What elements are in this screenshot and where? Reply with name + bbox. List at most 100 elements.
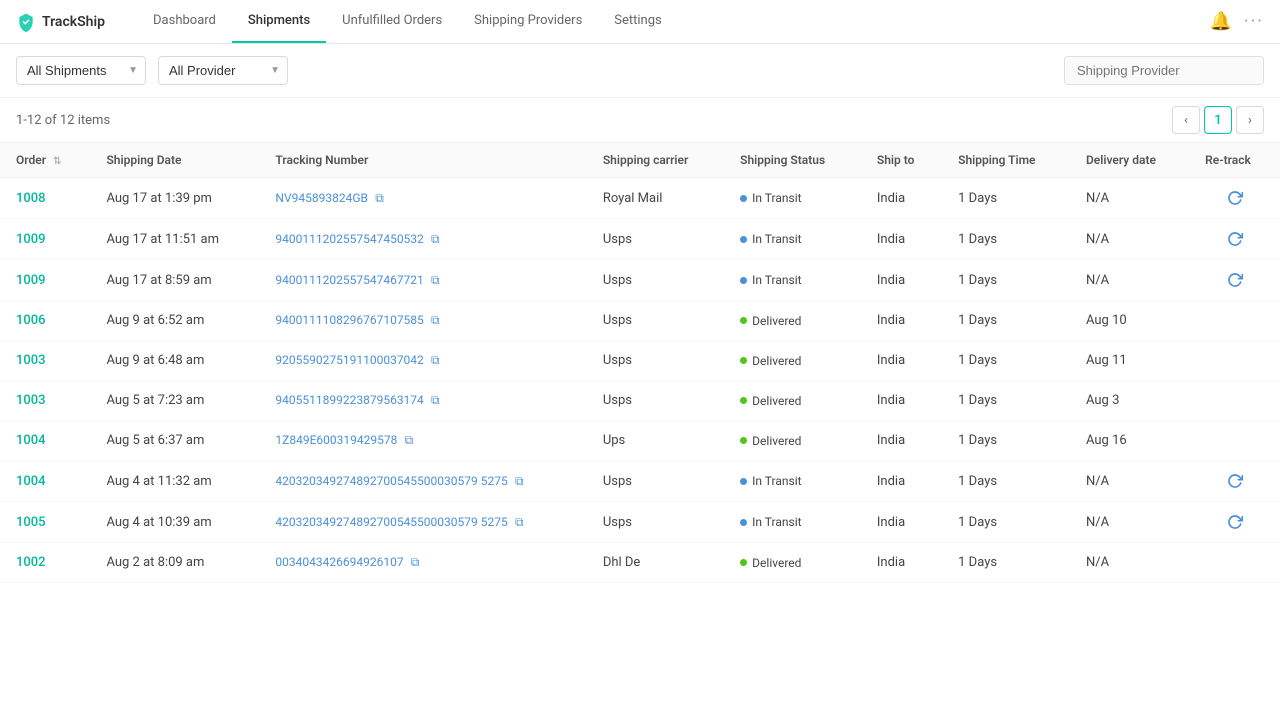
tab-dashboard[interactable]: Dashboard [137,0,232,43]
cell-delivery-date-8: N/A [1070,502,1189,543]
retrack-button-0[interactable] [1205,190,1264,206]
shipments-table-container: Order ⇅ Shipping Date Tracking Number Sh… [0,142,1280,583]
next-page-button[interactable]: › [1236,106,1264,134]
cell-carrier-6: Ups [587,421,724,461]
cell-carrier-8: Usps [587,502,724,543]
order-link-7[interactable]: 1004 [16,474,46,489]
tracking-link-7[interactable]: 420320349274892700545500030579 5275 [275,474,507,488]
tracking-link-3[interactable]: 9400111108296767107585 [275,313,423,327]
status-label-6: Delivered [752,434,801,448]
cell-ship-to-1: India [861,219,942,260]
col-shipping-carrier: Shipping carrier [587,143,724,178]
shipment-filter-select[interactable]: All Shipments In Transit Delivered [16,56,146,85]
cell-date-1: Aug 17 at 11:51 am [90,219,259,260]
tracking-link-5[interactable]: 9405511899223879563174 [275,393,423,407]
app-name: TrackShip [42,14,105,30]
col-ship-to: Ship to [861,143,942,178]
cell-order-3: 1006 [0,301,90,341]
cell-ship-to-4: India [861,341,942,381]
nav-tabs: Dashboard Shipments Unfulfilled Orders S… [137,0,678,43]
order-link-1[interactable]: 1009 [16,232,46,247]
cell-retrack-6 [1189,421,1280,461]
order-link-9[interactable]: 1002 [16,555,46,570]
status-badge-1: In Transit [740,232,801,246]
col-delivery-date: Delivery date [1070,143,1189,178]
prev-page-button[interactable]: ‹ [1172,106,1200,134]
status-dot-3 [740,317,747,324]
tracking-link-4[interactable]: 9205590275191100037042 [275,353,423,367]
provider-filter-wrapper: All Provider Usps UPS Royal Mail DHL ▼ [158,56,288,85]
tracking-link-1[interactable]: 9400111202557547450532 [275,232,423,246]
status-dot-6 [740,437,747,444]
copy-icon-8[interactable]: ⧉ [515,515,524,529]
cell-tracking-9: 0034043426694926107 ⧉ [259,543,586,583]
more-options-icon[interactable]: ··· [1244,11,1264,32]
cell-tracking-7: 420320349274892700545500030579 5275 ⧉ [259,461,586,502]
tab-shipping-providers[interactable]: Shipping Providers [458,0,598,43]
retrack-button-8[interactable] [1205,514,1264,530]
tab-unfulfilled-orders[interactable]: Unfulfilled Orders [326,0,458,43]
retrack-button-7[interactable] [1205,473,1264,489]
cell-tracking-0: NV945893824GB ⧉ [259,178,586,219]
cell-carrier-3: Usps [587,301,724,341]
cell-ship-to-5: India [861,381,942,421]
retrack-button-2[interactable] [1205,272,1264,288]
status-label-4: Delivered [752,354,801,368]
copy-icon-2[interactable]: ⧉ [431,273,440,287]
cell-carrier-1: Usps [587,219,724,260]
copy-icon-0[interactable]: ⧉ [375,191,384,205]
order-link-2[interactable]: 1009 [16,273,46,288]
retrack-button-1[interactable] [1205,231,1264,247]
status-dot-8 [740,519,747,526]
cell-order-8: 1005 [0,502,90,543]
copy-icon-9[interactable]: ⧉ [411,555,420,569]
copy-icon-4[interactable]: ⧉ [431,353,440,367]
order-link-8[interactable]: 1005 [16,515,46,530]
status-label-5: Delivered [752,394,801,408]
copy-icon-1[interactable]: ⧉ [431,232,440,246]
tracking-link-2[interactable]: 9400111202557547467721 [275,273,423,287]
col-order[interactable]: Order ⇅ [0,143,90,178]
status-badge-5: Delivered [740,394,801,408]
cell-delivery-date-3: Aug 10 [1070,301,1189,341]
cell-status-0: In Transit [724,178,861,219]
cell-tracking-4: 9205590275191100037042 ⧉ [259,341,586,381]
order-link-3[interactable]: 1006 [16,313,46,328]
order-link-6[interactable]: 1004 [16,433,46,448]
cell-tracking-6: 1Z849E600319429578 ⧉ [259,421,586,461]
tracking-link-8[interactable]: 420320349274892700545500030579 5275 [275,515,507,529]
cell-retrack-4 [1189,341,1280,381]
copy-icon-5[interactable]: ⧉ [431,393,440,407]
tracking-link-9[interactable]: 0034043426694926107 [275,555,403,569]
copy-icon-3[interactable]: ⧉ [431,313,440,327]
bell-icon[interactable]: 🔔 [1209,11,1231,32]
copy-icon-6[interactable]: ⧉ [405,433,414,447]
cell-delivery-date-0: N/A [1070,178,1189,219]
cell-status-6: Delivered [724,421,861,461]
order-link-4[interactable]: 1003 [16,353,46,368]
provider-filter-select[interactable]: All Provider Usps UPS Royal Mail DHL [158,56,288,85]
status-badge-7: In Transit [740,474,801,488]
order-sort-icon: ⇅ [53,156,61,167]
tracking-link-6[interactable]: 1Z849E600319429578 [275,433,397,447]
shipping-provider-search[interactable] [1064,56,1264,85]
tracking-link-0[interactable]: NV945893824GB [275,191,368,205]
cell-retrack-2 [1189,260,1280,301]
order-link-5[interactable]: 1003 [16,393,46,408]
status-badge-4: Delivered [740,354,801,368]
cell-retrack-0 [1189,178,1280,219]
cell-retrack-5 [1189,381,1280,421]
shipment-filter-wrapper: All Shipments In Transit Delivered ▼ [16,56,146,85]
cell-shipping-time-3: 1 Days [942,301,1070,341]
tab-shipments[interactable]: Shipments [232,0,326,43]
copy-icon-7[interactable]: ⧉ [515,474,524,488]
order-link-0[interactable]: 1008 [16,191,46,206]
tab-settings[interactable]: Settings [598,0,677,43]
page-1-button[interactable]: 1 [1204,106,1232,134]
cell-delivery-date-4: Aug 11 [1070,341,1189,381]
table-row: 1006 Aug 9 at 6:52 am 940011110829676710… [0,301,1280,341]
cell-carrier-4: Usps [587,341,724,381]
table-row: 1002 Aug 2 at 8:09 am 003404342669492610… [0,543,1280,583]
table-header-row: 1-12 of 12 items ‹ 1 › [0,98,1280,142]
cell-status-4: Delivered [724,341,861,381]
